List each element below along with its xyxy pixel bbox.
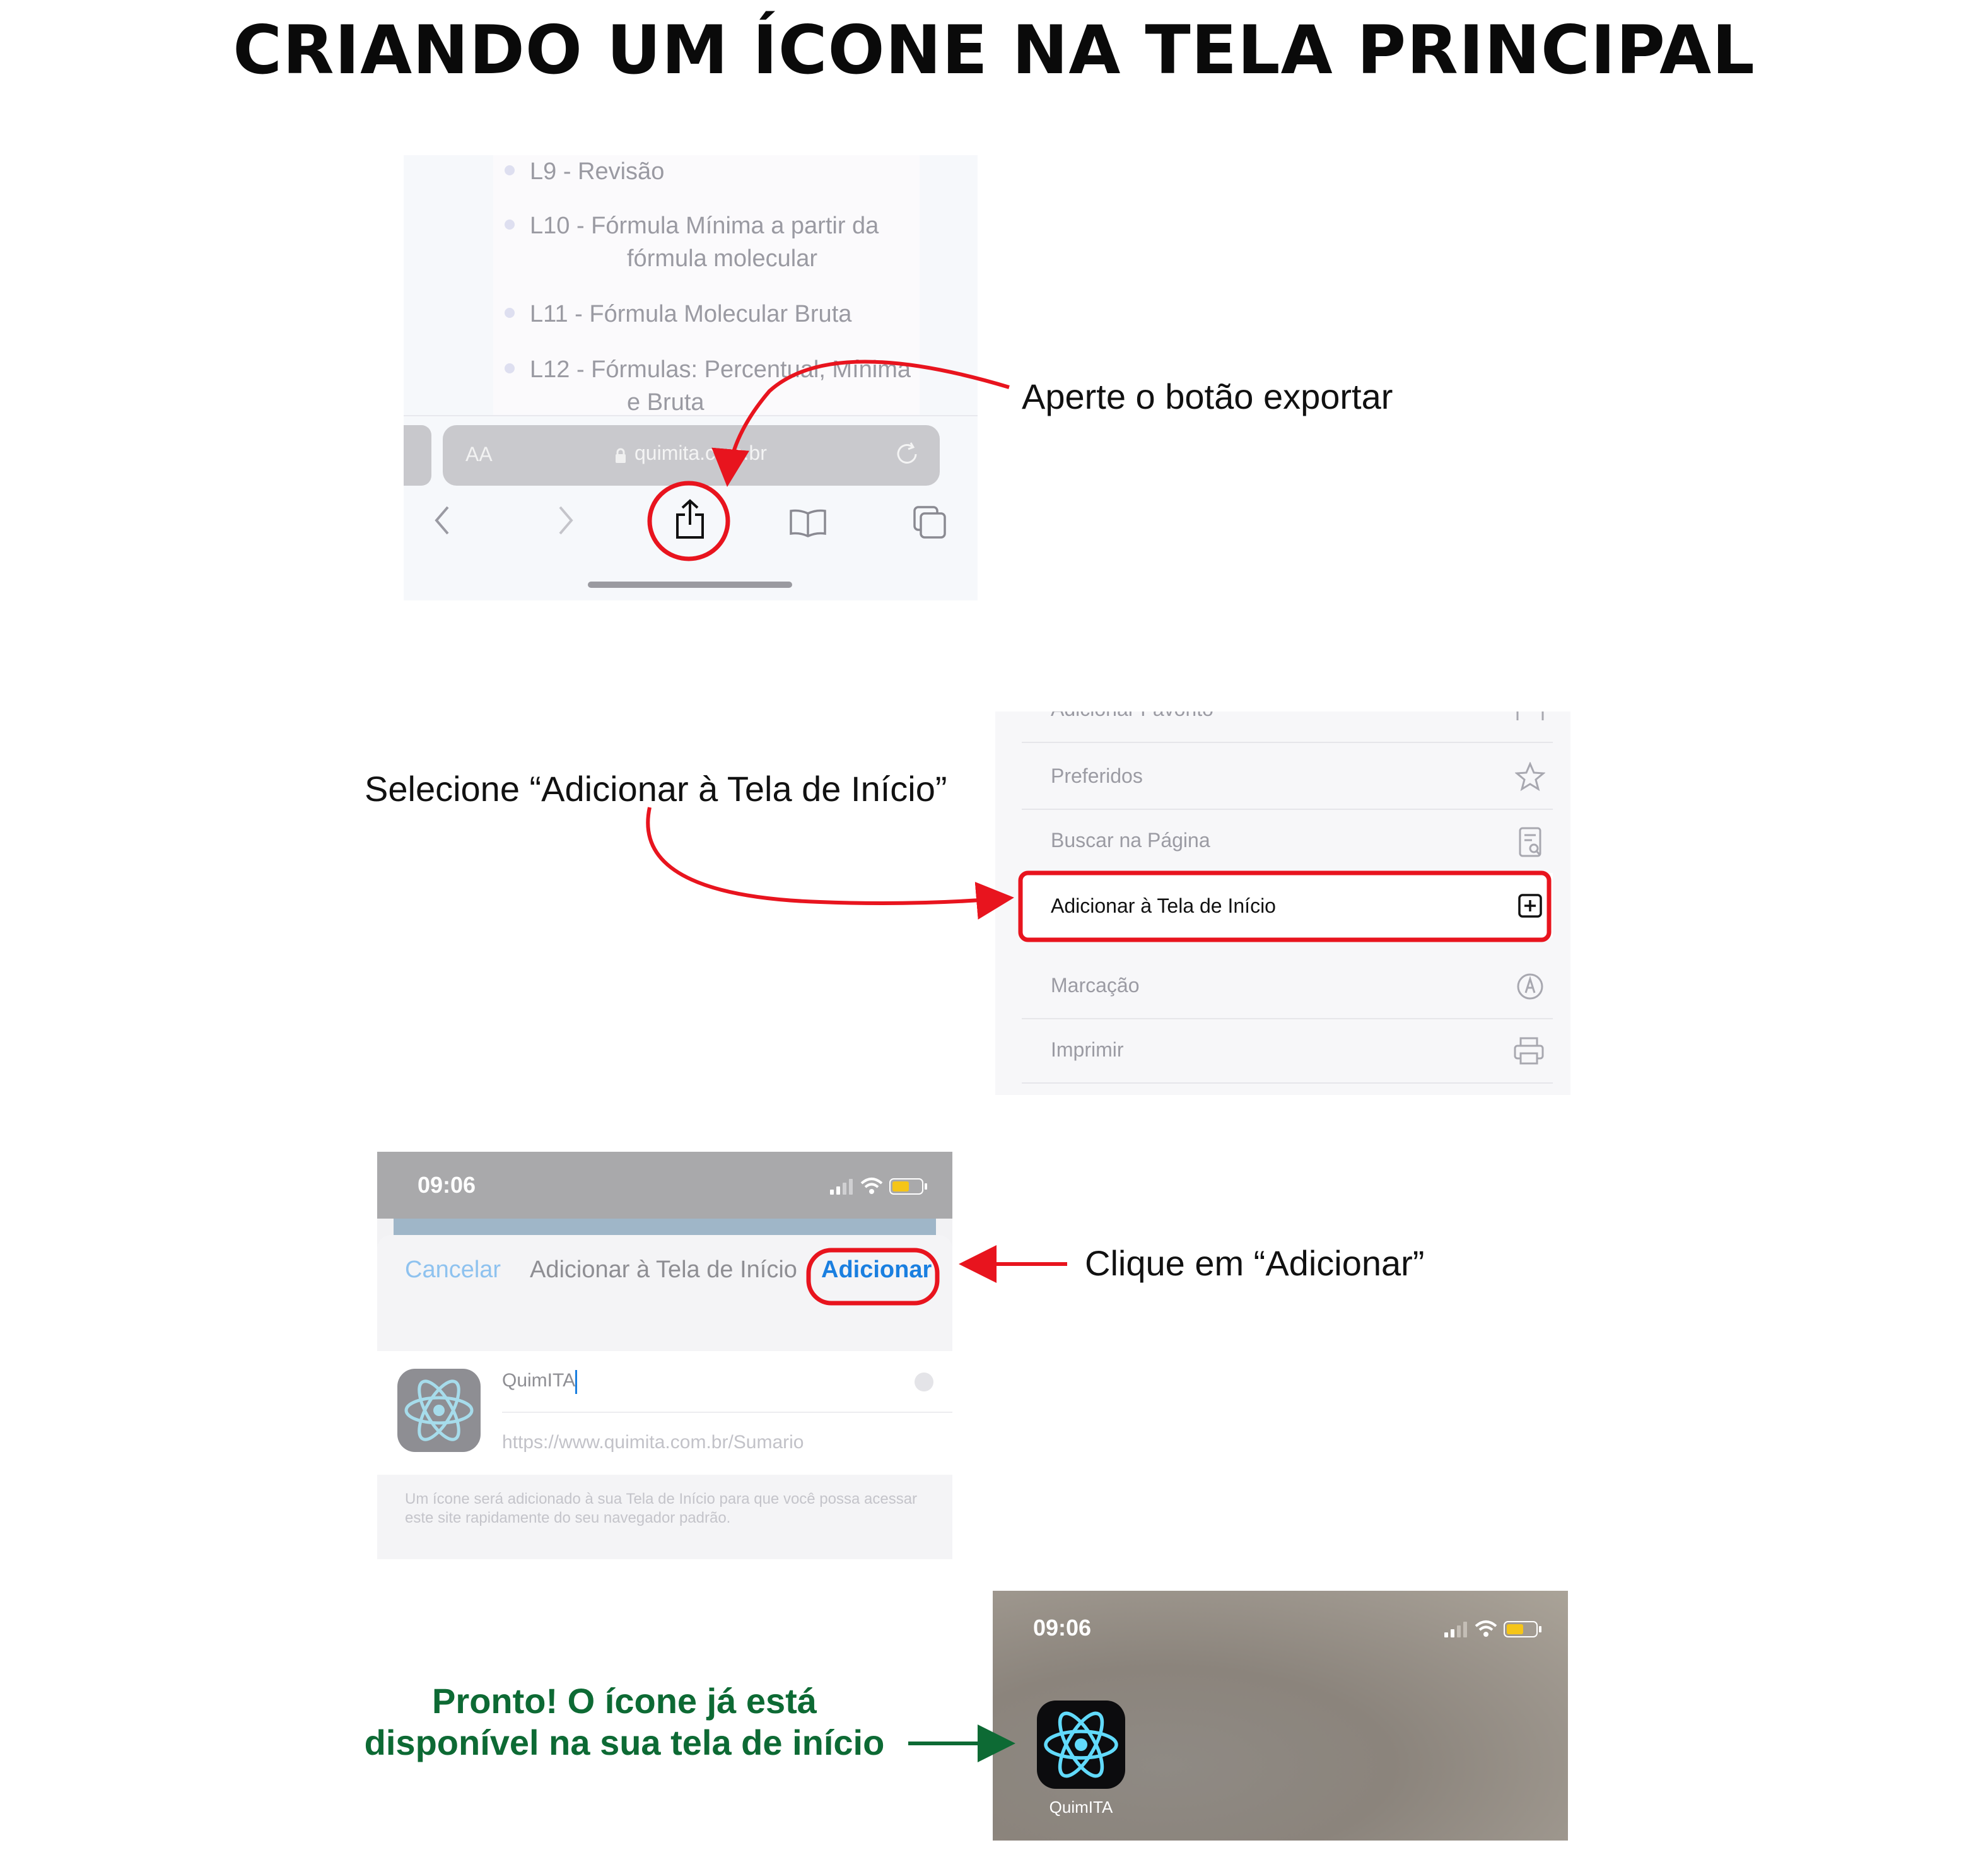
shortcut-name-field[interactable]: QuimITA: [502, 1370, 575, 1391]
battery-icon: [889, 1178, 927, 1195]
share-icon[interactable]: [674, 498, 706, 540]
step2-arrow: [646, 807, 1014, 920]
tabs-icon[interactable]: [912, 505, 947, 540]
signal-icon: [1444, 1622, 1467, 1637]
print-icon: [1514, 1037, 1544, 1065]
list-item-continued[interactable]: e Bruta: [627, 386, 705, 419]
app-label: QuimITA: [1049, 1798, 1113, 1817]
home-screen-screenshot: 09:06 QuimITA: [993, 1591, 1568, 1841]
back-icon[interactable]: [433, 505, 452, 536]
sheet-title: Adicionar à Tela de Início: [530, 1256, 797, 1283]
shortcut-url: https://www.quimita.com.br/Sumario: [502, 1432, 804, 1453]
plus-square-icon: [1518, 894, 1542, 918]
menu-item-markup[interactable]: Marcação: [1022, 954, 1553, 1019]
bookmarks-icon[interactable]: [788, 508, 827, 537]
previous-tab[interactable]: [404, 425, 431, 486]
safari-screenshot: L9 - Revisão L10 - Fórmula Mínima a part…: [404, 155, 978, 600]
menu-item-add-favorite[interactable]: Adicionar Favorito: [1022, 711, 1553, 743]
menu-item-print[interactable]: Imprimir: [1022, 1018, 1553, 1084]
add-dialog-screenshot: 09:06 Cancelar Adicionar à Tela de Iníci…: [377, 1152, 952, 1559]
shortcut-card: QuimITA https://www.quimita.com.br/Sumar…: [377, 1351, 952, 1475]
star-icon: [1515, 762, 1545, 792]
atom-icon: [1044, 1711, 1118, 1778]
find-icon: [1519, 827, 1541, 857]
background-page-strip: [394, 1219, 936, 1236]
battery-icon: [1504, 1621, 1541, 1637]
list-item-continued[interactable]: fórmula molecular: [627, 242, 817, 275]
step2-caption: Selecione “Adicionar à Tela de Início”: [365, 769, 947, 809]
status-time: 09:06: [418, 1172, 476, 1198]
url-host: quimita.com.br: [634, 442, 767, 464]
share-menu-screenshot: Adicionar Favorito Preferidos Buscar na …: [995, 711, 1570, 1095]
list-item[interactable]: L11 - Fórmula Molecular Bruta: [505, 298, 851, 331]
status-time: 09:06: [1033, 1615, 1092, 1641]
home-indicator: [588, 582, 792, 588]
step4-caption: Pronto! O ícone já está disponível na su…: [353, 1680, 896, 1764]
wifi-icon: [860, 1178, 883, 1194]
add-button[interactable]: Adicionar: [821, 1256, 932, 1284]
lock-icon: [616, 448, 626, 463]
wifi-icon: [1475, 1620, 1497, 1637]
clear-field-button[interactable]: [915, 1373, 933, 1391]
app-icon: [397, 1369, 481, 1452]
divider: [404, 415, 978, 416]
signal-icon: [830, 1179, 853, 1195]
add-sheet: Cancelar Adicionar à Tela de Início Adic…: [377, 1235, 952, 1559]
quimita-app-icon[interactable]: [1037, 1701, 1125, 1789]
step4-line1: Pronto! O ícone já está: [432, 1681, 817, 1721]
status-bar: 09:06: [377, 1152, 952, 1219]
list-item[interactable]: L12 - Fórmulas: Percentual, Mínima: [505, 353, 911, 386]
bookmark-icon: [1516, 711, 1544, 720]
help-text: Um ícone será adicionado à sua Tela de I…: [405, 1490, 918, 1526]
reader-aa-button[interactable]: AA: [465, 443, 493, 466]
forward-icon[interactable]: [556, 505, 575, 536]
menu-item-find-on-page[interactable]: Buscar na Página: [1022, 809, 1553, 874]
address-bar[interactable]: AA quimita.com.br: [443, 425, 940, 486]
text-cursor: [575, 1370, 577, 1394]
step1-caption: Aperte o botão exportar: [1022, 377, 1393, 416]
lesson-list: L9 - Revisão L10 - Fórmula Mínima a part…: [493, 155, 920, 416]
page-title: CRIANDO UM ÍCONE NA TELA PRINCIPAL: [233, 11, 1755, 89]
divider: [502, 1412, 952, 1413]
list-item[interactable]: L10 - Fórmula Mínima a partir da: [505, 209, 879, 242]
reload-icon[interactable]: [894, 440, 922, 471]
step3-caption: Clique em “Adicionar”: [1085, 1243, 1425, 1283]
menu-item-add-to-home[interactable]: Adicionar à Tela de Início: [1022, 873, 1553, 937]
atom-icon: [404, 1379, 474, 1441]
annotation-overlay: [646, 360, 1552, 1762]
menu-item-preferidos[interactable]: Preferidos: [1022, 744, 1553, 810]
markup-icon: [1517, 973, 1543, 1000]
step4-line2: disponível na sua tela de início: [364, 1723, 885, 1762]
cancel-button[interactable]: Cancelar: [405, 1256, 501, 1284]
list-item[interactable]: L9 - Revisão: [505, 155, 664, 188]
